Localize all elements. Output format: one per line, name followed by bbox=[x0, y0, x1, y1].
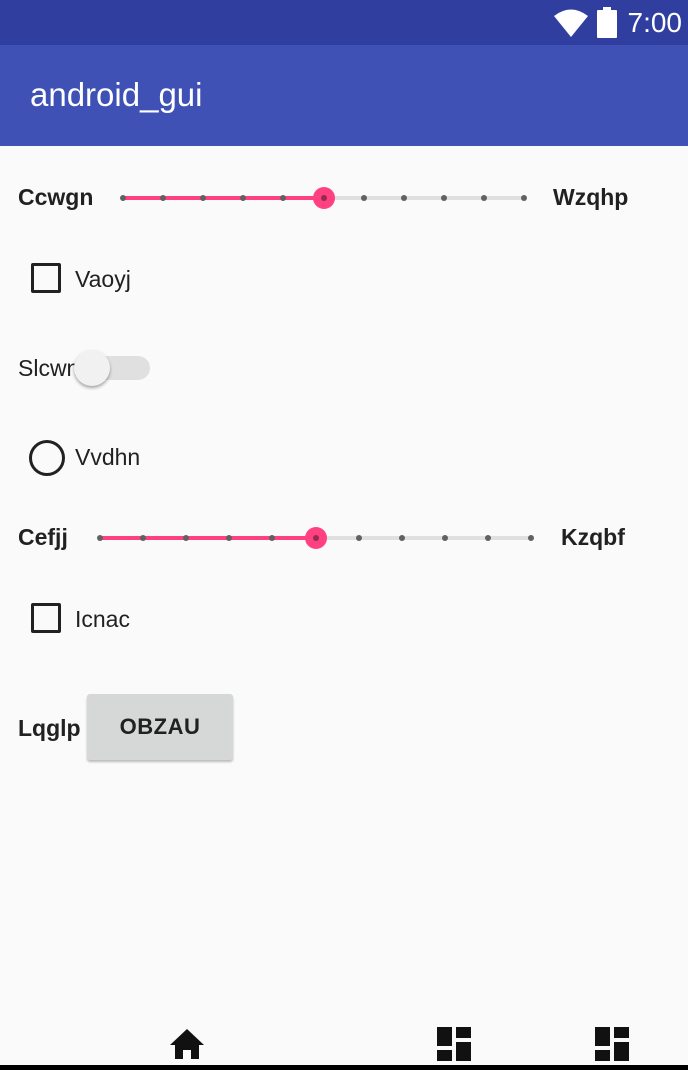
status-time: 7:00 bbox=[627, 7, 683, 38]
seekbar-thumb[interactable] bbox=[304, 527, 327, 549]
seekbar-tick bbox=[280, 195, 287, 201]
seekbar-tick bbox=[441, 535, 448, 541]
battery-icon bbox=[597, 7, 617, 38]
seekbar-tick bbox=[400, 195, 407, 201]
seekbar-tick bbox=[355, 535, 362, 541]
seekbar-tick bbox=[360, 195, 367, 201]
navigation-bar bbox=[0, 1065, 688, 1070]
wifi-icon bbox=[554, 9, 588, 37]
seekbar-tick bbox=[269, 535, 276, 541]
seekbar-thumb[interactable] bbox=[312, 187, 335, 209]
seekbar-tick bbox=[398, 535, 405, 541]
seekbar-2-start-label: Cefjj bbox=[18, 524, 68, 550]
seekbar-tick bbox=[480, 195, 487, 201]
dashboard-icon[interactable] bbox=[437, 1027, 471, 1061]
seekbar-2-end-label: Kzqbf bbox=[561, 524, 625, 550]
seekbar-tick bbox=[240, 195, 247, 201]
seekbar-tick bbox=[120, 195, 126, 201]
button-row-label: Lqglp bbox=[18, 715, 81, 741]
bottom-navigation bbox=[0, 1010, 688, 1070]
home-icon[interactable] bbox=[169, 1028, 205, 1060]
seekbar-tick bbox=[226, 535, 233, 541]
obzau-button[interactable]: OBZAU bbox=[87, 694, 233, 760]
seekbar-tick bbox=[528, 535, 534, 541]
checkbox-2-label: Icnac bbox=[75, 606, 130, 632]
seekbar-progress bbox=[123, 196, 324, 200]
dashboard-icon[interactable] bbox=[595, 1027, 629, 1061]
seekbar-tick bbox=[521, 195, 527, 201]
app-bar: android_gui bbox=[0, 45, 688, 146]
seekbar-1-end-label: Wzqhp bbox=[553, 184, 629, 210]
seekbar-progress bbox=[100, 536, 316, 540]
seekbar-tick bbox=[183, 535, 190, 541]
checkbox-1-label: Vaoyj bbox=[75, 266, 131, 292]
radio-vvdhn[interactable] bbox=[29, 440, 65, 476]
app-title: android_gui bbox=[30, 76, 203, 113]
checkbox-icnac[interactable] bbox=[31, 603, 61, 633]
seekbar-tick bbox=[97, 535, 103, 541]
checkbox-vaoyj[interactable] bbox=[31, 263, 61, 293]
seekbar-2[interactable] bbox=[97, 523, 534, 553]
status-bar: 7:00 bbox=[0, 0, 688, 45]
switch-label: Slcwn bbox=[18, 355, 80, 381]
seekbar-tick bbox=[160, 195, 167, 201]
switch-thumb[interactable] bbox=[74, 350, 110, 386]
seekbar-tick bbox=[200, 195, 207, 201]
seekbar-tick bbox=[484, 535, 491, 541]
seekbar-1-start-label: Ccwgn bbox=[18, 184, 94, 210]
radio-label: Vvdhn bbox=[75, 444, 141, 470]
seekbar-1[interactable] bbox=[120, 183, 527, 213]
seekbar-tick bbox=[440, 195, 447, 201]
seekbar-tick bbox=[140, 535, 147, 541]
